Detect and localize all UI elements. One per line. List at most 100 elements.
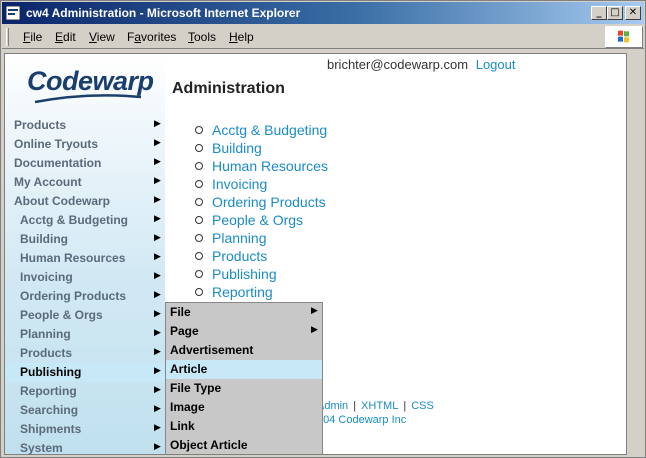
admin-link-reporting[interactable]: Reporting: [212, 284, 273, 300]
admin-link-publishing[interactable]: Publishing: [212, 266, 277, 282]
circle-bullet-icon: [195, 234, 203, 242]
admin-link-building[interactable]: Building: [212, 140, 262, 156]
sidebar-item-searching[interactable]: Searching ▶: [5, 401, 165, 420]
chevron-right-icon: ▶: [154, 290, 161, 300]
admin-link-acctg-budgeting[interactable]: Acctg & Budgeting: [212, 122, 327, 138]
sidebar-item-label: Publishing: [20, 365, 82, 379]
page-title: Administration: [172, 80, 285, 97]
menu-bar: File Edit View Favorites Tools Help: [2, 25, 644, 49]
admin-link-products[interactable]: Products: [212, 248, 267, 264]
admin-list-item: Building: [195, 140, 395, 158]
admin-list-item: Publishing: [195, 266, 395, 284]
flyout-item-file-type[interactable]: File Type: [166, 379, 322, 398]
menu-edit[interactable]: Edit: [55, 30, 76, 44]
sidebar-item-system[interactable]: System ▶: [5, 439, 165, 455]
admin-list-item: Ordering Products: [195, 194, 395, 212]
sidebar-item-shipments[interactable]: Shipments ▶: [5, 420, 165, 439]
user-bar: brichter@codewarp.com Logout: [327, 57, 515, 72]
codewarp-logo[interactable]: Codewarp: [27, 66, 154, 97]
footer-link-xhtml[interactable]: XHTML: [361, 400, 398, 412]
sidebar-item-label: Online Tryouts: [14, 137, 99, 151]
footer-link-css[interactable]: CSS: [411, 400, 434, 412]
flyout-item-article[interactable]: Article: [166, 360, 322, 379]
admin-link-invoicing[interactable]: Invoicing: [212, 176, 267, 192]
title-bar[interactable]: cw4 Administration - Microsoft Internet …: [2, 2, 644, 24]
admin-link-people-orgs[interactable]: People & Orgs: [212, 212, 303, 228]
admin-list-item: Acctg & Budgeting: [195, 122, 395, 140]
sidebar-item-products[interactable]: Products ▶: [5, 344, 165, 363]
menu-tools[interactable]: Tools: [188, 30, 216, 44]
menu-view[interactable]: View: [89, 30, 115, 44]
chevron-right-icon: ▶: [311, 306, 318, 316]
flyout-item-label: Link: [170, 419, 195, 433]
sidebar-item-products[interactable]: Products ▶: [5, 116, 165, 135]
sidebar-item-label: Products: [20, 346, 73, 360]
circle-bullet-icon: [195, 126, 203, 134]
sidebar-item-publishing[interactable]: Publishing ▶: [5, 363, 165, 382]
sidebar-item-reporting[interactable]: Reporting ▶: [5, 382, 165, 401]
menu-help[interactable]: Help: [229, 30, 254, 44]
toolbar-grip[interactable]: [6, 28, 9, 46]
flyout-item-image[interactable]: Image: [166, 398, 322, 417]
sidebar-item-about-codewarp[interactable]: About Codewarp ▶: [5, 192, 165, 211]
chevron-right-icon: ▶: [154, 138, 161, 148]
flyout-item-object-article[interactable]: Object Article: [166, 436, 322, 454]
footer-copyright: 004 Codewarp Inc: [317, 414, 407, 426]
sidebar-item-label: System: [20, 441, 63, 455]
sidebar-item-building[interactable]: Building ▶: [5, 230, 165, 249]
chevron-right-icon: ▶: [154, 252, 161, 262]
circle-bullet-icon: [195, 162, 203, 170]
flyout-item-label: Advertisement: [170, 343, 254, 357]
flyout-item-label: File Type: [170, 381, 222, 395]
logo-swoosh-icon: [34, 94, 142, 104]
sidebar-item-label: Ordering Products: [20, 289, 127, 303]
sidebar-item-invoicing[interactable]: Invoicing ▶: [5, 268, 165, 287]
admin-list-item: Reporting: [195, 284, 395, 302]
flyout-item-label: Article: [170, 362, 208, 376]
windows-logo-icon: [605, 26, 643, 48]
admin-list-item: Products: [195, 248, 395, 266]
maximize-button[interactable]: □: [607, 6, 623, 20]
close-button[interactable]: ✕: [625, 6, 641, 20]
sidebar-item-people-orgs[interactable]: People & Orgs ▶: [5, 306, 165, 325]
vertical-scrollbar[interactable]: ▲ ▼: [626, 54, 627, 455]
admin-link-ordering-products[interactable]: Ordering Products: [212, 194, 326, 210]
sidebar-item-label: Shipments: [20, 422, 82, 436]
circle-bullet-icon: [195, 198, 203, 206]
circle-bullet-icon: [195, 270, 203, 278]
sidebar-item-ordering-products[interactable]: Ordering Products ▶: [5, 287, 165, 306]
sidebar-item-human-resources[interactable]: Human Resources ▶: [5, 249, 165, 268]
flyout-item-label: Page: [170, 324, 199, 338]
sidebar-item-label: Building: [20, 232, 68, 246]
sidebar-item-planning[interactable]: Planning ▶: [5, 325, 165, 344]
admin-list-item: Human Resources: [195, 158, 395, 176]
sidebar-item-label: Searching: [20, 403, 79, 417]
minimize-button[interactable]: _: [591, 6, 607, 20]
circle-bullet-icon: [195, 252, 203, 260]
ie-app-icon: [6, 6, 20, 20]
flyout-item-link[interactable]: Link: [166, 417, 322, 436]
logout-link[interactable]: Logout: [476, 57, 516, 72]
footer-separator: |: [353, 400, 357, 412]
sidebar-item-my-account[interactable]: My Account ▶: [5, 173, 165, 192]
flyout-item-label: Image: [170, 400, 205, 414]
chevron-right-icon: ▶: [154, 423, 161, 433]
admin-link-human-resources[interactable]: Human Resources: [212, 158, 328, 174]
page-viewport: Codewarp Products ▶ Online Tryouts ▶ Documen…: [4, 53, 627, 455]
menu-file[interactable]: File: [23, 30, 42, 44]
sidebar-item-documentation[interactable]: Documentation ▶: [5, 154, 165, 173]
sidebar-item-label: Planning: [20, 327, 71, 341]
flyout-item-page[interactable]: Page ▶: [166, 322, 322, 341]
chevron-right-icon: ▶: [154, 442, 161, 452]
admin-link-planning[interactable]: Planning: [212, 230, 267, 246]
sidebar-item-online-tryouts[interactable]: Online Tryouts ▶: [5, 135, 165, 154]
footer-links: Admin | XHTML | CSS: [317, 400, 434, 412]
chevron-right-icon: ▶: [154, 119, 161, 129]
admin-list-item: People & Orgs: [195, 212, 395, 230]
flyout-item-label: Object Article: [170, 438, 248, 452]
sidebar-item-acctg-budgeting[interactable]: Acctg & Budgeting ▶: [5, 211, 165, 230]
menu-favorites[interactable]: Favorites: [127, 30, 176, 44]
flyout-item-advertisement[interactable]: Advertisement: [166, 341, 322, 360]
flyout-item-file[interactable]: File ▶: [166, 303, 322, 322]
chevron-right-icon: ▶: [154, 157, 161, 167]
